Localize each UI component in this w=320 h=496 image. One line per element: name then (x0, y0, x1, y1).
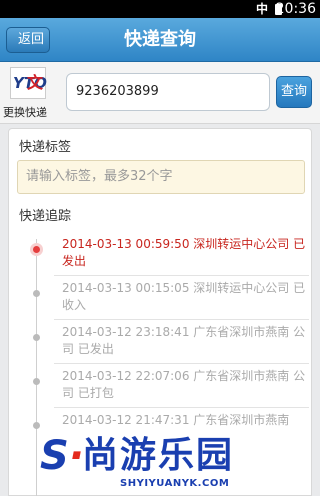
track-text: 2014-03-13 00:15:05 深圳转运中心公司 已收入 (62, 281, 306, 312)
track-item: 2014-03-13 00:15:05 深圳转运中心公司 已收入 (9, 276, 313, 320)
track-text: 2014-03-12 21:47:31 广东省深圳市燕南 (62, 413, 290, 427)
watermark-url: SHYIYUANYK.COM (120, 478, 230, 489)
tag-section-label: 快递标签 (19, 140, 72, 155)
courier-logo-mark: 文 (27, 73, 44, 92)
timeline-dot (33, 378, 40, 385)
query-button[interactable]: 查询 (276, 76, 312, 108)
tracking-section-label: 快递追踪 (19, 209, 72, 224)
tag-input[interactable]: 请输入标签，最多32个字 (17, 160, 305, 194)
watermark-logo-icon: S· (40, 433, 85, 479)
courier-logo[interactable]: YTO 文 (10, 67, 47, 99)
carrier-icon: 中 (255, 2, 268, 16)
search-area: YTO 文 更换快递 9236203899 查询 (0, 62, 320, 124)
track-text: 2014-03-12 22:07:06 广东省深圳市燕南 公司 已打包 (62, 369, 306, 400)
track-item: 2014-03-12 23:18:41 广东省深圳市燕南 公司 已发出 (9, 320, 313, 364)
back-button[interactable]: 返回 (6, 27, 50, 53)
title-bar: 快递查询 返回 (0, 18, 320, 62)
track-item: 2014-03-12 22:07:06 广东省深圳市燕南 公司 已打包 (9, 364, 313, 408)
watermark: S· 尚游乐园 SHYIYUANYK.COM (0, 432, 320, 496)
timeline-dot-active (33, 246, 40, 253)
change-courier-button[interactable]: 更换快递 (3, 104, 47, 120)
watermark-brand: 尚游乐园 (82, 435, 235, 476)
tracking-number-input[interactable]: 9236203899 (66, 73, 270, 111)
track-text: 2014-03-12 23:18:41 广东省深圳市燕南 公司 已发出 (62, 325, 306, 356)
timeline-dot (33, 422, 40, 429)
track-item: 2014-03-13 00:59:50 深圳转运中心公司 已发出 (9, 232, 313, 276)
clock: 20:36 (275, 1, 316, 17)
status-bar: 中 20:36 (0, 0, 320, 18)
timeline-dot (33, 334, 40, 341)
track-text: 2014-03-13 00:59:50 深圳转运中心公司 已发出 (62, 237, 306, 268)
timeline-dot (33, 290, 40, 297)
